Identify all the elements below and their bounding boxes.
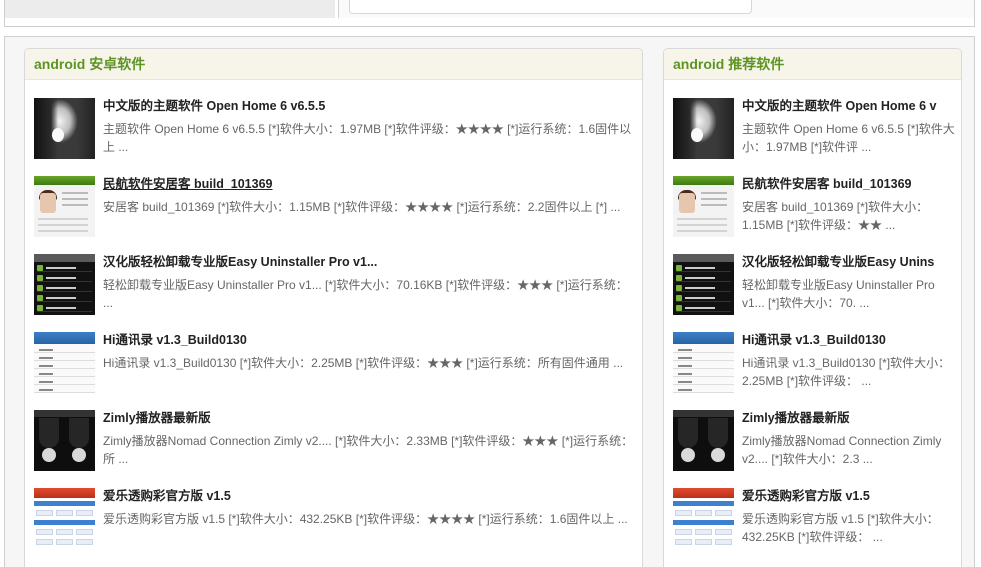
panel-title: android 推荐软件 (673, 56, 785, 72)
top-input-box (349, 0, 752, 14)
list-item: 爱乐透购彩官方版 v1.5 爱乐透购彩官方版 v1.5 [*]软件大小：432.… (34, 488, 636, 566)
zimly-thumbnail[interactable] (673, 410, 734, 471)
list-item: Hi通讯录 v1.3_Build0130 Hi通讯录 v1.3_Build013… (34, 332, 636, 410)
item-description: Zimly播放器Nomad Connection Zimly v2.... [*… (103, 434, 634, 466)
list-item: 民航软件安居客 build_101369 安居客 build_101369 [*… (673, 176, 955, 254)
item-title-link[interactable]: 中文版的主题软件 Open Home 6 v6.5.5 (103, 98, 636, 114)
item-description: 安居客 build_101369 [*]软件大小：1.15MB [*]软件评级：… (742, 200, 929, 232)
panel-title: android 安卓软件 (34, 56, 146, 72)
item-title-link[interactable]: Zimly播放器最新版 (742, 410, 955, 426)
list-item: 汉化版轻松卸载专业版Easy Uninstaller Pro v1... 轻松卸… (34, 254, 636, 332)
anjuke-thumbnail[interactable] (34, 176, 95, 237)
item-description: Zimly播放器Nomad Connection Zimly v2.... [*… (742, 434, 942, 466)
list-item: 民航软件安居客 build_101369 安居客 build_101369 [*… (34, 176, 636, 254)
list-item: Zimly播放器最新版 Zimly播放器Nomad Connection Zim… (673, 410, 955, 488)
item-title-link[interactable]: 民航软件安居客 build_101369 (742, 176, 955, 192)
top-content-area (338, 0, 974, 18)
lottery-thumbnail[interactable] (673, 488, 734, 549)
list-item: 中文版的主题软件 Open Home 6 v 主题软件 Open Home 6 … (673, 98, 955, 176)
item-title-link[interactable]: 爱乐透购彩官方版 v1.5 (103, 488, 636, 504)
uninstaller-thumbnail[interactable] (34, 254, 95, 315)
lottery-thumbnail[interactable] (34, 488, 95, 549)
item-title-link[interactable]: 民航软件安居客 build_101369 (103, 176, 636, 192)
list-item: Zimly播放器最新版 Zimly播放器Nomad Connection Zim… (34, 410, 636, 488)
panel-header: android 推荐软件 (664, 49, 961, 80)
item-title-link[interactable]: 爱乐透购彩官方版 v1.5 (742, 488, 955, 504)
item-title-link[interactable]: 汉化版轻松卸载专业版Easy Unins (742, 254, 955, 270)
open-home-thumbnail[interactable] (34, 98, 95, 159)
recommended-software-panel: android 推荐软件 中文版的主题软件 Open Home 6 v 主题软件… (663, 48, 962, 567)
item-title-link[interactable]: Hi通讯录 v1.3_Build0130 (742, 332, 955, 348)
list-item: Hi通讯录 v1.3_Build0130 Hi通讯录 v1.3_Build013… (673, 332, 955, 410)
android-software-panel: android 安卓软件 中文版的主题软件 Open Home 6 v6.5.5… (24, 48, 643, 567)
top-frame (4, 0, 975, 27)
item-title-link[interactable]: 汉化版轻松卸载专业版Easy Uninstaller Pro v1... (103, 254, 636, 270)
item-description: 主题软件 Open Home 6 v6.5.5 [*]软件大小：1.97MB [… (742, 122, 955, 154)
item-title-link[interactable]: Hi通讯录 v1.3_Build0130 (103, 332, 636, 348)
list-item: 中文版的主题软件 Open Home 6 v6.5.5 主题软件 Open Ho… (34, 98, 636, 176)
top-left-strip (5, 0, 335, 18)
item-description: 安居客 build_101369 [*]软件大小：1.15MB [*]软件评级：… (103, 200, 621, 214)
hi-contacts-thumbnail[interactable] (34, 332, 95, 393)
item-description: 轻松卸载专业版Easy Uninstaller Pro v1... [*]软件大… (103, 278, 628, 310)
panel-header: android 安卓软件 (25, 49, 642, 80)
item-description: Hi通讯录 v1.3_Build0130 [*]软件大小：2.25MB [*]软… (742, 356, 951, 388)
item-description: Hi通讯录 v1.3_Build0130 [*]软件大小：2.25MB [*]软… (103, 356, 624, 370)
item-description: 主题软件 Open Home 6 v6.5.5 [*]软件大小：1.97MB [… (103, 122, 632, 154)
uninstaller-thumbnail[interactable] (673, 254, 734, 315)
item-title-link[interactable]: Zimly播放器最新版 (103, 410, 636, 426)
item-title-link[interactable]: 中文版的主题软件 Open Home 6 v (742, 98, 955, 114)
software-list: 中文版的主题软件 Open Home 6 v6.5.5 主题软件 Open Ho… (34, 98, 636, 566)
anjuke-thumbnail[interactable] (673, 176, 734, 237)
item-description: 爱乐透购彩官方版 v1.5 [*]软件大小：432.25KB [*]软件评级： … (742, 512, 939, 544)
item-description: 爱乐透购彩官方版 v1.5 [*]软件大小：432.25KB [*]软件评级：★… (103, 512, 628, 526)
zimly-thumbnail[interactable] (34, 410, 95, 471)
list-item: 爱乐透购彩官方版 v1.5 爱乐透购彩官方版 v1.5 [*]软件大小：432.… (673, 488, 955, 566)
software-list: 中文版的主题软件 Open Home 6 v 主题软件 Open Home 6 … (673, 98, 955, 566)
item-description: 轻松卸载专业版Easy Uninstaller Pro v1... [*]软件大… (742, 278, 935, 310)
hi-contacts-thumbnail[interactable] (673, 332, 734, 393)
list-item: 汉化版轻松卸载专业版Easy Unins 轻松卸载专业版Easy Uninsta… (673, 254, 955, 332)
open-home-thumbnail[interactable] (673, 98, 734, 159)
